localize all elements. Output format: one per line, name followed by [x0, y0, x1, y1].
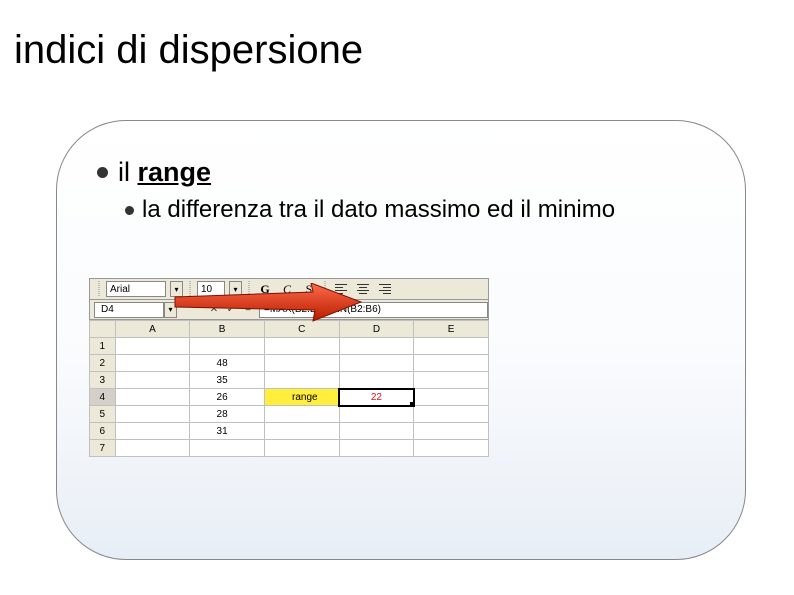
- cell-D4[interactable]: 22: [339, 389, 414, 406]
- cell-B4[interactable]: 26: [190, 389, 265, 406]
- cell-A7[interactable]: [115, 440, 190, 457]
- italic-button[interactable]: C: [278, 280, 296, 298]
- toolbar-grip-icon: [248, 281, 250, 297]
- row-7: 7: [90, 440, 489, 457]
- cell-E6[interactable]: [414, 423, 489, 440]
- align-left-button[interactable]: [332, 280, 350, 298]
- col-header-E[interactable]: E: [414, 321, 489, 338]
- bullet-1-prefix: il: [118, 157, 138, 187]
- content-box: il range la differenza tra il dato massi…: [56, 120, 746, 560]
- cell-C7[interactable]: [264, 440, 339, 457]
- cell-D6[interactable]: [339, 423, 414, 440]
- underline-button[interactable]: S: [300, 280, 318, 298]
- cell-A2[interactable]: [115, 355, 190, 372]
- fx-cancel-icon[interactable]: ✓: [224, 303, 238, 317]
- bullet-1: il range: [97, 157, 705, 188]
- toolbar-grip-icon: [189, 281, 191, 297]
- toolbar-grip-icon: [98, 281, 100, 297]
- col-header-C[interactable]: C: [264, 321, 339, 338]
- row-4: 4 26 range 22: [90, 389, 489, 406]
- toolbar-grip-icon: [324, 281, 326, 297]
- cell-B7[interactable]: [190, 440, 265, 457]
- row-3: 3 35: [90, 372, 489, 389]
- bullet-dot-icon: [97, 167, 108, 178]
- cell-C2[interactable]: [264, 355, 339, 372]
- bullet-dot-icon: [125, 206, 134, 215]
- cell-B5[interactable]: 28: [190, 406, 265, 423]
- cell-B2[interactable]: 48: [190, 355, 265, 372]
- formula-input[interactable]: =MAX(B2:B6)-MIN(B2:B6): [259, 302, 488, 318]
- fx-apply-icon[interactable]: ✕: [207, 303, 221, 317]
- bullet-2-text: la differenza tra il dato massimo ed il …: [142, 196, 615, 224]
- format-toolbar: Arial ▾ 10 ▾ G C S: [89, 278, 489, 300]
- formula-buttons: ✕ ✓ =: [207, 303, 255, 317]
- cell-E2[interactable]: [414, 355, 489, 372]
- slide-title: indici di dispersione: [14, 28, 363, 73]
- fx-icon[interactable]: =: [241, 303, 255, 317]
- formula-bar-row: D4 ▾ ✕ ✓ = =MAX(B2:B6)-MIN(B2:B6): [89, 300, 489, 320]
- corner-cell[interactable]: [90, 321, 116, 338]
- cell-D1[interactable]: [339, 338, 414, 355]
- cell-D5[interactable]: [339, 406, 414, 423]
- cell-C1[interactable]: [264, 338, 339, 355]
- row-header-6[interactable]: 6: [90, 423, 116, 440]
- cell-E7[interactable]: [414, 440, 489, 457]
- cell-C4[interactable]: range: [264, 389, 339, 406]
- bold-button[interactable]: G: [256, 280, 274, 298]
- cell-C3[interactable]: [264, 372, 339, 389]
- cell-A6[interactable]: [115, 423, 190, 440]
- cell-A4[interactable]: [115, 389, 190, 406]
- row-6: 6 31: [90, 423, 489, 440]
- spreadsheet: Arial ▾ 10 ▾ G C S D4 ▾ ✕ ✓ = =MAX(B2:B6…: [89, 278, 489, 457]
- font-size-input[interactable]: 10: [197, 281, 225, 297]
- cell-B6[interactable]: 31: [190, 423, 265, 440]
- row-header-1[interactable]: 1: [90, 338, 116, 355]
- spreadsheet-grid[interactable]: A B C D E 1 2 48: [89, 320, 489, 457]
- name-box[interactable]: D4: [94, 302, 164, 318]
- font-name-dropdown[interactable]: ▾: [170, 281, 183, 297]
- row-1: 1: [90, 338, 489, 355]
- cell-E3[interactable]: [414, 372, 489, 389]
- row-5: 5 28: [90, 406, 489, 423]
- cell-D7[interactable]: [339, 440, 414, 457]
- cell-B1[interactable]: [190, 338, 265, 355]
- row-header-2[interactable]: 2: [90, 355, 116, 372]
- col-header-A[interactable]: A: [115, 321, 190, 338]
- row-header-4[interactable]: 4: [90, 389, 116, 406]
- col-header-B[interactable]: B: [190, 321, 265, 338]
- col-header-D[interactable]: D: [339, 321, 414, 338]
- bullet-2: la differenza tra il dato massimo ed il …: [125, 196, 705, 224]
- row-header-7[interactable]: 7: [90, 440, 116, 457]
- align-center-button[interactable]: [354, 280, 372, 298]
- cell-D2[interactable]: [339, 355, 414, 372]
- cell-E5[interactable]: [414, 406, 489, 423]
- cell-B3[interactable]: 35: [190, 372, 265, 389]
- cell-D4-value: 22: [371, 392, 382, 403]
- name-box-dropdown[interactable]: ▾: [164, 302, 177, 318]
- cell-A5[interactable]: [115, 406, 190, 423]
- cell-A3[interactable]: [115, 372, 190, 389]
- cell-E1[interactable]: [414, 338, 489, 355]
- cell-C5[interactable]: [264, 406, 339, 423]
- cell-E4[interactable]: [414, 389, 489, 406]
- cell-A1[interactable]: [115, 338, 190, 355]
- font-name-input[interactable]: Arial: [106, 281, 166, 297]
- cell-C6[interactable]: [264, 423, 339, 440]
- bullet-1-text: il range: [118, 157, 211, 188]
- row-header-5[interactable]: 5: [90, 406, 116, 423]
- align-right-button[interactable]: [376, 280, 394, 298]
- bullet-1-range: range: [138, 157, 212, 187]
- row-2: 2 48: [90, 355, 489, 372]
- row-header-3[interactable]: 3: [90, 372, 116, 389]
- cell-D3[interactable]: [339, 372, 414, 389]
- font-size-dropdown[interactable]: ▾: [229, 281, 242, 297]
